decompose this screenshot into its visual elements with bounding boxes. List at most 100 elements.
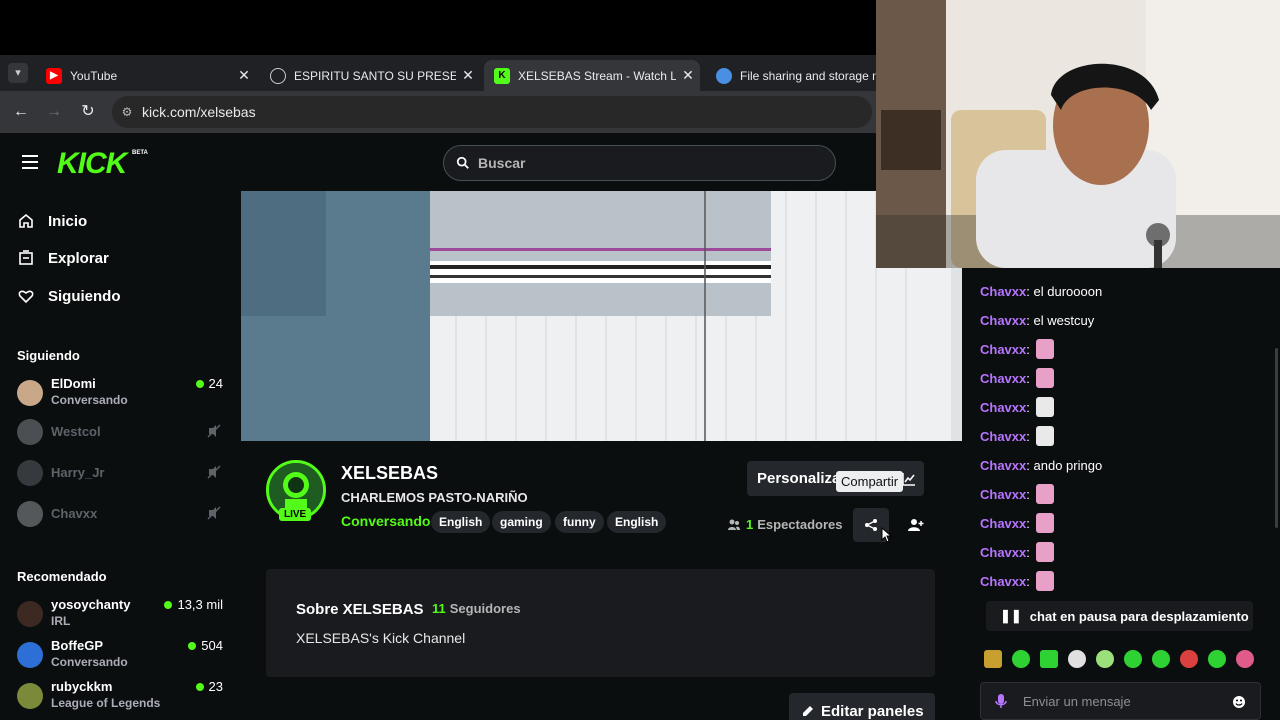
avatar bbox=[17, 601, 43, 627]
emote-icon[interactable] bbox=[1068, 650, 1086, 668]
tag-gaming[interactable]: gaming bbox=[492, 511, 551, 533]
browser-tab-file-sharing[interactable]: File sharing and storage made bbox=[706, 60, 876, 91]
chat-message-input[interactable] bbox=[1023, 693, 1223, 709]
close-tab-icon[interactable]: ✕ bbox=[676, 67, 700, 84]
search-input[interactable] bbox=[478, 155, 818, 171]
address-bar[interactable]: ⚙ kick.com/xelsebas bbox=[112, 96, 872, 128]
cup-emote-icon bbox=[1035, 484, 1054, 504]
chat-username[interactable]: Chavxx bbox=[980, 400, 1026, 415]
nav-label: Explorar bbox=[48, 249, 109, 267]
share-icon bbox=[865, 519, 877, 531]
chat-scrollbar[interactable] bbox=[1275, 348, 1278, 528]
channel-name: Westcol bbox=[51, 424, 101, 439]
compass-icon bbox=[19, 250, 33, 265]
chat-username[interactable]: Chavxx bbox=[980, 458, 1026, 473]
follow-user-button[interactable] bbox=[901, 508, 931, 542]
gift-icon[interactable] bbox=[984, 650, 1002, 668]
chat-username[interactable]: Chavxx bbox=[980, 313, 1026, 328]
search-box[interactable] bbox=[443, 145, 836, 181]
viewer-count: 1 Espectadores bbox=[727, 517, 843, 532]
following-channel-eldomi[interactable]: ElDomi Conversando 24 bbox=[17, 376, 223, 412]
emote-icon[interactable] bbox=[1152, 650, 1170, 668]
recommended-channel-boffegp[interactable]: BoffeGP Conversando 504 bbox=[17, 638, 223, 674]
chat-username[interactable]: Chavxx bbox=[980, 429, 1026, 444]
emote-icon[interactable] bbox=[1180, 650, 1198, 668]
chat-input-box[interactable] bbox=[980, 682, 1261, 720]
edit-panels-label: Editar paneles bbox=[821, 702, 924, 720]
chat-username[interactable]: Chavxx bbox=[980, 516, 1026, 531]
cup-emote-icon bbox=[1035, 542, 1054, 562]
following-channel-harry-jr[interactable]: Harry_Jr bbox=[17, 456, 223, 492]
globe-icon bbox=[270, 67, 286, 84]
emote-icon[interactable] bbox=[1208, 650, 1226, 668]
offline-icon bbox=[207, 506, 221, 520]
edit-panels-button[interactable]: Editar paneles bbox=[789, 693, 935, 720]
forward-arrow-icon[interactable]: → bbox=[43, 101, 65, 123]
chat-message: Chavxx: ando pringo bbox=[980, 454, 1102, 476]
emote-icon[interactable] bbox=[1236, 650, 1254, 668]
tag-funny[interactable]: funny bbox=[555, 511, 604, 533]
browser-tab-youtube[interactable]: ▶ YouTube ✕ bbox=[36, 60, 256, 91]
chat-text: el duroooon bbox=[1033, 283, 1103, 299]
following-channel-chavxx[interactable]: Chavxx bbox=[17, 497, 223, 533]
channel-name: ElDomi bbox=[51, 376, 96, 391]
chat-username[interactable]: Chavxx bbox=[980, 342, 1026, 357]
following-channel-westcol[interactable]: Westcol bbox=[17, 415, 223, 451]
browser-tab-espiritu[interactable]: ESPIRITU SANTO SU PRESENCIA ✕ bbox=[260, 60, 480, 91]
live-dot-icon bbox=[188, 641, 197, 650]
chat-username[interactable]: Chavxx bbox=[980, 284, 1026, 299]
recommended-channel-yosoychanty[interactable]: yosoychanty IRL 13,3 mil bbox=[17, 597, 223, 633]
chat-paused-banner[interactable]: ❚❚ chat en pausa para desplazamiento bbox=[986, 601, 1253, 631]
avatar bbox=[17, 642, 43, 668]
chat-separator: : bbox=[1026, 312, 1030, 328]
reload-icon[interactable]: ↻ bbox=[77, 101, 99, 123]
back-arrow-icon[interactable]: ← bbox=[10, 101, 32, 123]
emote-icon[interactable] bbox=[1012, 650, 1030, 668]
emoji-icon[interactable] bbox=[1232, 695, 1246, 709]
search-icon bbox=[456, 156, 469, 169]
chat-username[interactable]: Chavxx bbox=[980, 574, 1026, 589]
channel-name: Harry_Jr bbox=[51, 465, 105, 480]
microphone-icon[interactable] bbox=[995, 693, 1007, 709]
emote-icon[interactable] bbox=[1096, 650, 1114, 668]
home-icon bbox=[19, 213, 33, 228]
nav-inicio[interactable]: Inicio bbox=[18, 208, 87, 234]
cup-emote-icon bbox=[1035, 397, 1054, 417]
following-section-title: Siguiendo bbox=[17, 348, 80, 363]
recommended-channel-rubyckkm[interactable]: rubyckkm League of Legends 23 bbox=[17, 679, 223, 715]
mouse-cursor-icon bbox=[881, 527, 893, 543]
nav-explorar[interactable]: Explorar bbox=[18, 245, 109, 271]
channel-name: BoffeGP bbox=[51, 638, 103, 653]
avatar bbox=[17, 460, 43, 486]
chat-text: ando pringo bbox=[1033, 457, 1103, 473]
chat-username[interactable]: Chavxx bbox=[980, 545, 1026, 560]
followers-count: 11 Seguidores bbox=[432, 601, 521, 616]
menu-icon[interactable] bbox=[22, 155, 38, 169]
tag-english[interactable]: English bbox=[431, 511, 491, 533]
tab-search-dropdown-icon[interactable]: ▾ bbox=[8, 63, 28, 83]
kick-logo[interactable]: KICK bbox=[57, 147, 127, 181]
emote-quick-bar bbox=[984, 650, 1254, 672]
followers-label: Seguidores bbox=[449, 601, 521, 616]
stream-category[interactable]: Conversando bbox=[341, 513, 430, 529]
video-player[interactable] bbox=[241, 191, 962, 441]
chat-username[interactable]: Chavxx bbox=[980, 487, 1026, 502]
pause-icon: ❚❚ bbox=[1000, 608, 1022, 623]
close-tab-icon[interactable]: ✕ bbox=[232, 67, 256, 84]
chat-username[interactable]: Chavxx bbox=[980, 371, 1026, 386]
chat-message: Chavxx: el duroooon bbox=[980, 280, 1102, 302]
tag-english-2[interactable]: English bbox=[607, 511, 667, 533]
nav-siguiendo[interactable]: Siguiendo bbox=[18, 283, 121, 309]
cup-emote-icon bbox=[1035, 513, 1054, 533]
avatar bbox=[17, 501, 43, 527]
channel-name: Chavxx bbox=[51, 506, 98, 521]
customize-label: Personaliza bbox=[757, 470, 841, 487]
site-settings-icon[interactable]: ⚙ bbox=[112, 105, 142, 119]
close-tab-icon[interactable]: ✕ bbox=[456, 67, 480, 84]
browser-tab-xelsebas[interactable]: K XELSEBAS Stream - Watch Live ✕ bbox=[484, 60, 700, 91]
tab-title: YouTube bbox=[70, 68, 118, 83]
emote-icon[interactable] bbox=[1040, 650, 1058, 668]
chat-separator: : bbox=[1026, 283, 1030, 299]
emote-icon[interactable] bbox=[1124, 650, 1142, 668]
viewer-count-text: 24 bbox=[208, 376, 223, 391]
